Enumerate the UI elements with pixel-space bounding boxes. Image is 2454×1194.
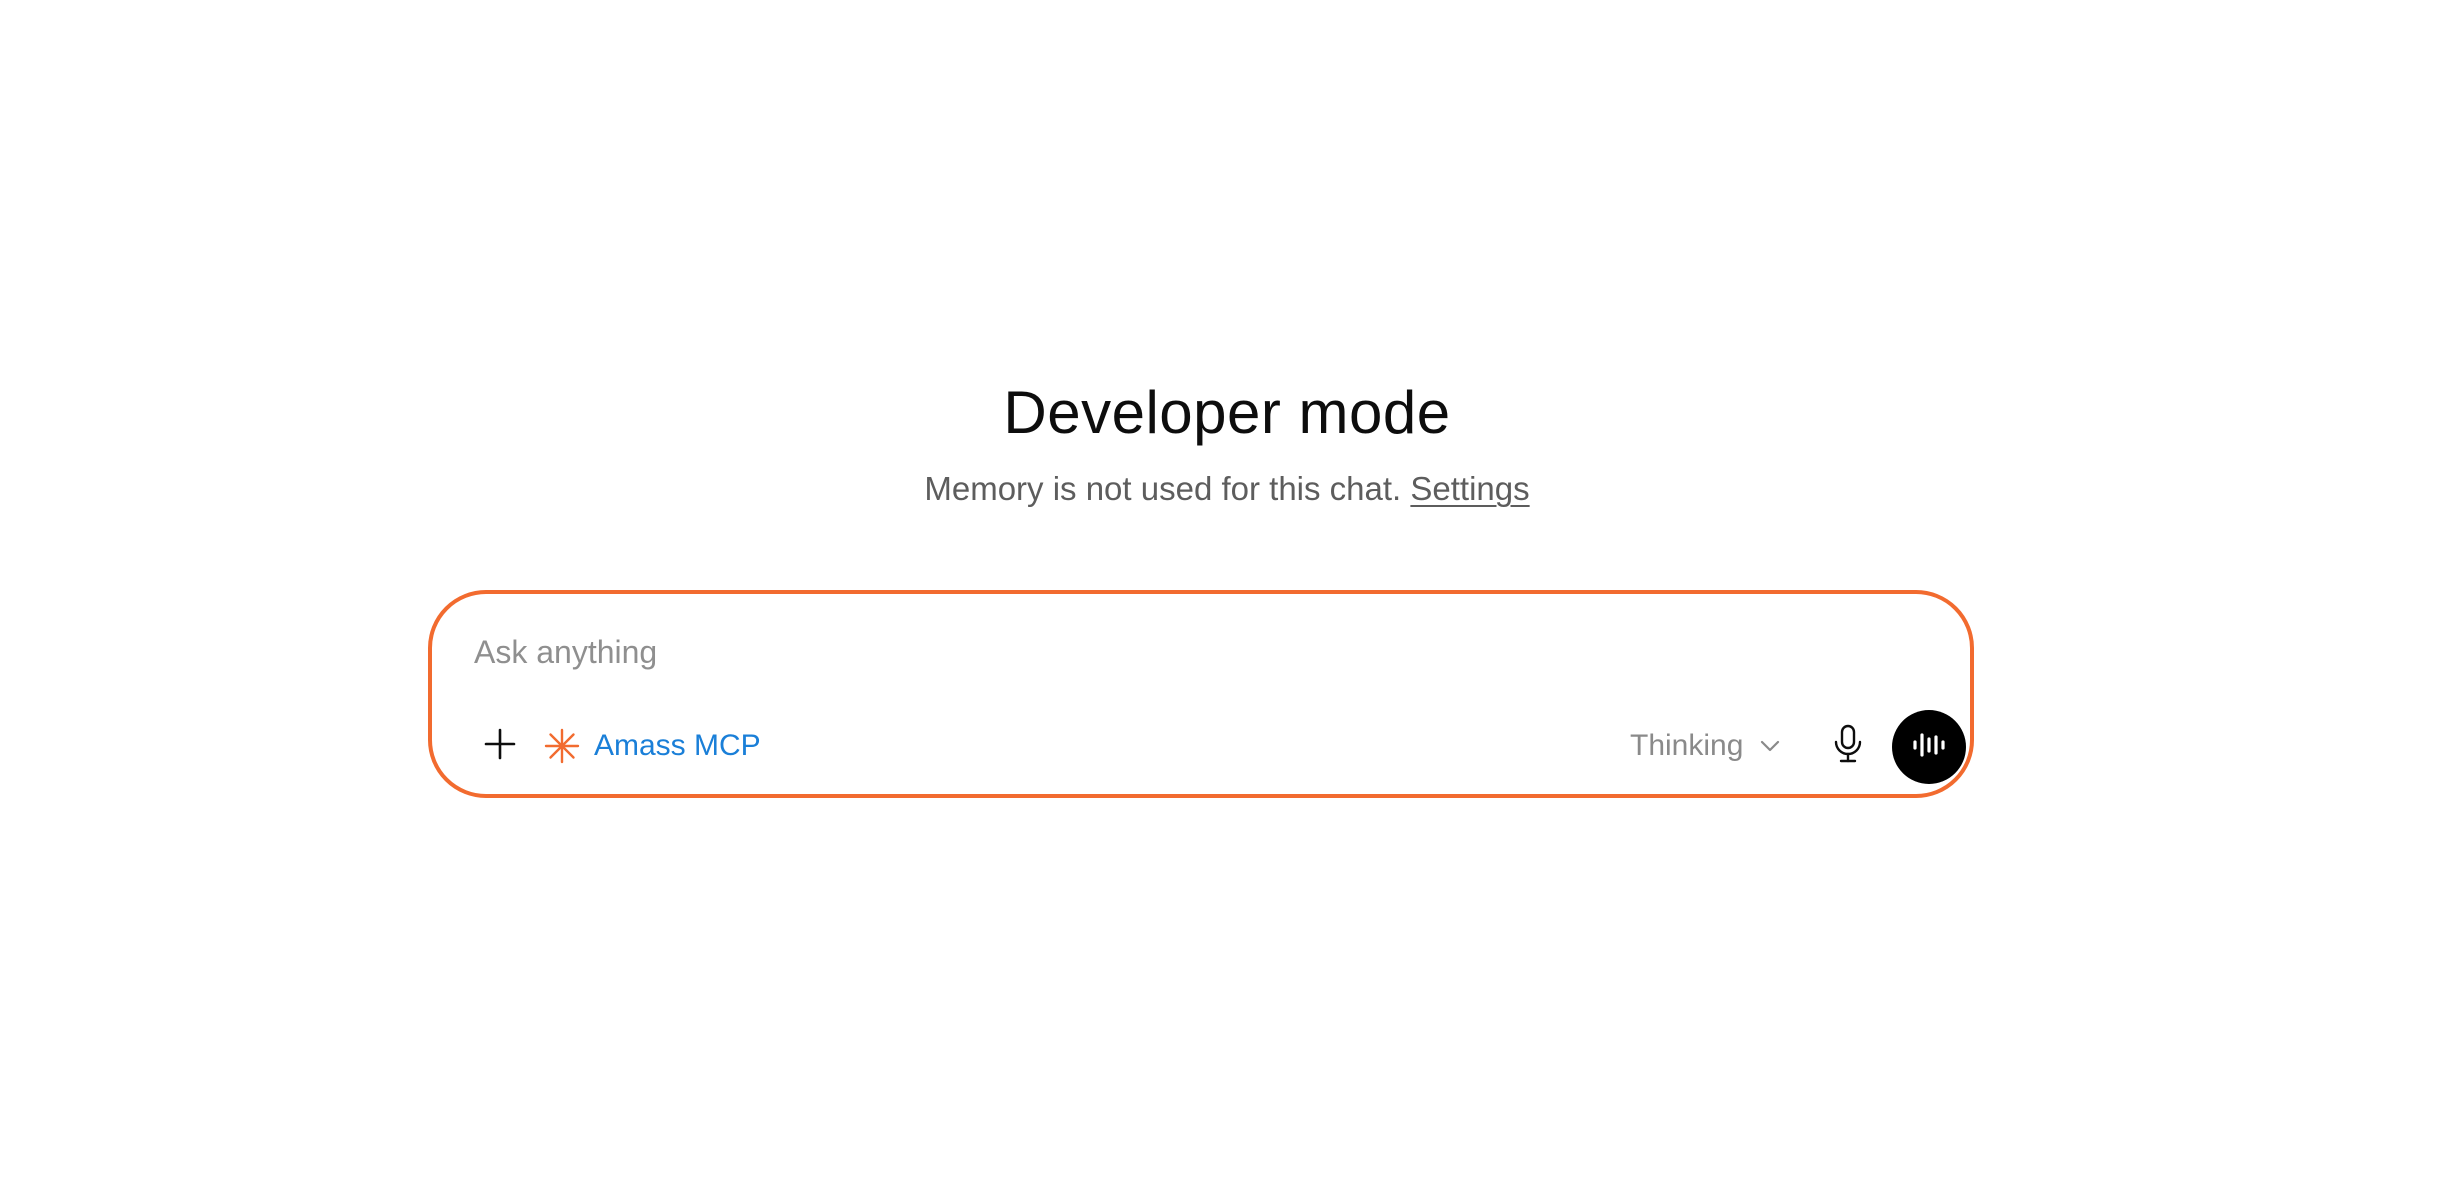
memory-notice: Memory is not used for this chat. Settin…: [0, 470, 2454, 508]
page: Developer mode Memory is not used for th…: [0, 0, 2454, 1194]
microphone-icon: [1833, 724, 1863, 769]
voice-waveform-icon: [1912, 731, 1946, 764]
chevron-down-icon: [1757, 733, 1783, 759]
tool-chip-label: Amass MCP: [594, 729, 761, 762]
add-attachment-button[interactable]: [468, 714, 532, 778]
dictate-button[interactable]: [1816, 714, 1880, 778]
plus-icon: [484, 728, 516, 765]
model-selector-label: Thinking: [1630, 729, 1744, 762]
chat-composer: Amass MCP Thinking: [428, 590, 1974, 798]
memory-notice-text: Memory is not used for this chat.: [924, 470, 1402, 507]
chat-input[interactable]: [474, 624, 1874, 680]
voice-mode-button[interactable]: [1892, 710, 1966, 784]
settings-link[interactable]: Settings: [1410, 470, 1529, 507]
asterisk-spark-icon: [542, 726, 582, 766]
model-selector[interactable]: Thinking: [1630, 714, 1783, 778]
tool-chip-amass-mcp[interactable]: Amass MCP: [542, 714, 761, 778]
page-title: Developer mode: [1003, 379, 1451, 446]
